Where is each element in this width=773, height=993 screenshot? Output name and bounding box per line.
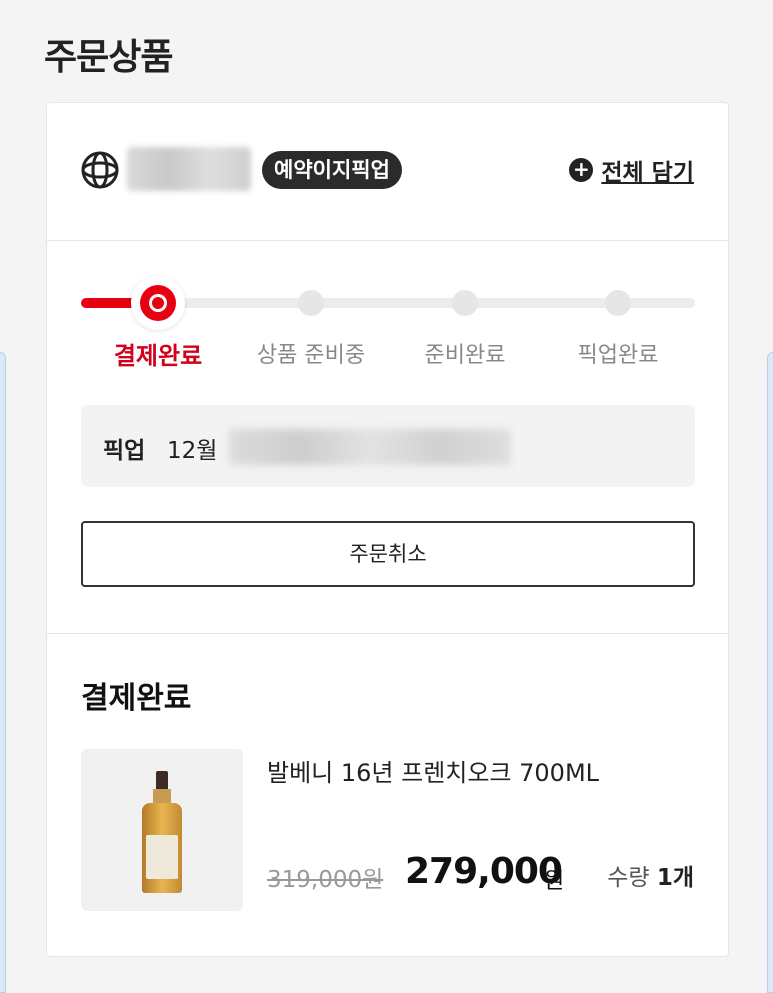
original-price: 319,000원	[267, 867, 384, 893]
order-status-title: 결제완료	[81, 681, 192, 716]
store-name-redacted	[127, 147, 251, 191]
pickup-info-box: 픽업 12월	[81, 405, 695, 487]
add-all-label: 전체 담기	[601, 160, 694, 186]
left-panel-edge	[0, 352, 6, 993]
step-label-payment-complete: 결제완료	[113, 342, 203, 370]
cancel-order-button[interactable]: 주문취소	[81, 521, 695, 587]
right-panel-edge	[767, 352, 773, 993]
order-card: 예약이지픽업 + 전체 담기 결제완료 상품 준비중 준비완료 픽업완료 픽업 …	[46, 102, 729, 957]
pickup-type-badge: 예약이지픽업	[262, 151, 402, 189]
product-name[interactable]: 발베니 16년 프렌치오크 700ML	[267, 753, 599, 788]
quantity-label: 수량	[607, 865, 650, 891]
step-label-preparing: 상품 준비중	[256, 343, 366, 368]
sale-price: 279,000	[405, 851, 563, 892]
pickup-month: 12월	[167, 438, 218, 464]
step-dot	[452, 290, 478, 316]
product-image[interactable]	[81, 749, 243, 911]
store-logo-icon	[81, 151, 119, 189]
step-dot-active	[131, 276, 185, 330]
pickup-datetime-redacted	[229, 429, 511, 465]
step-label-picked-up: 픽업완료	[577, 343, 659, 368]
divider	[47, 633, 728, 634]
section-title: 주문상품	[44, 37, 173, 78]
store-header: 예약이지픽업 + 전체 담기	[47, 103, 728, 241]
step-dot	[605, 290, 631, 316]
price-unit: 원	[544, 869, 565, 894]
step-dot	[298, 290, 324, 316]
step-label-ready: 준비완료	[424, 343, 506, 368]
quantity-value: 1개	[656, 865, 694, 891]
quantity: 수량 1개	[607, 858, 694, 892]
pickup-label: 픽업	[103, 438, 146, 464]
plus-circle-icon: +	[569, 158, 594, 182]
add-all-button[interactable]: + 전체 담기	[569, 151, 694, 189]
